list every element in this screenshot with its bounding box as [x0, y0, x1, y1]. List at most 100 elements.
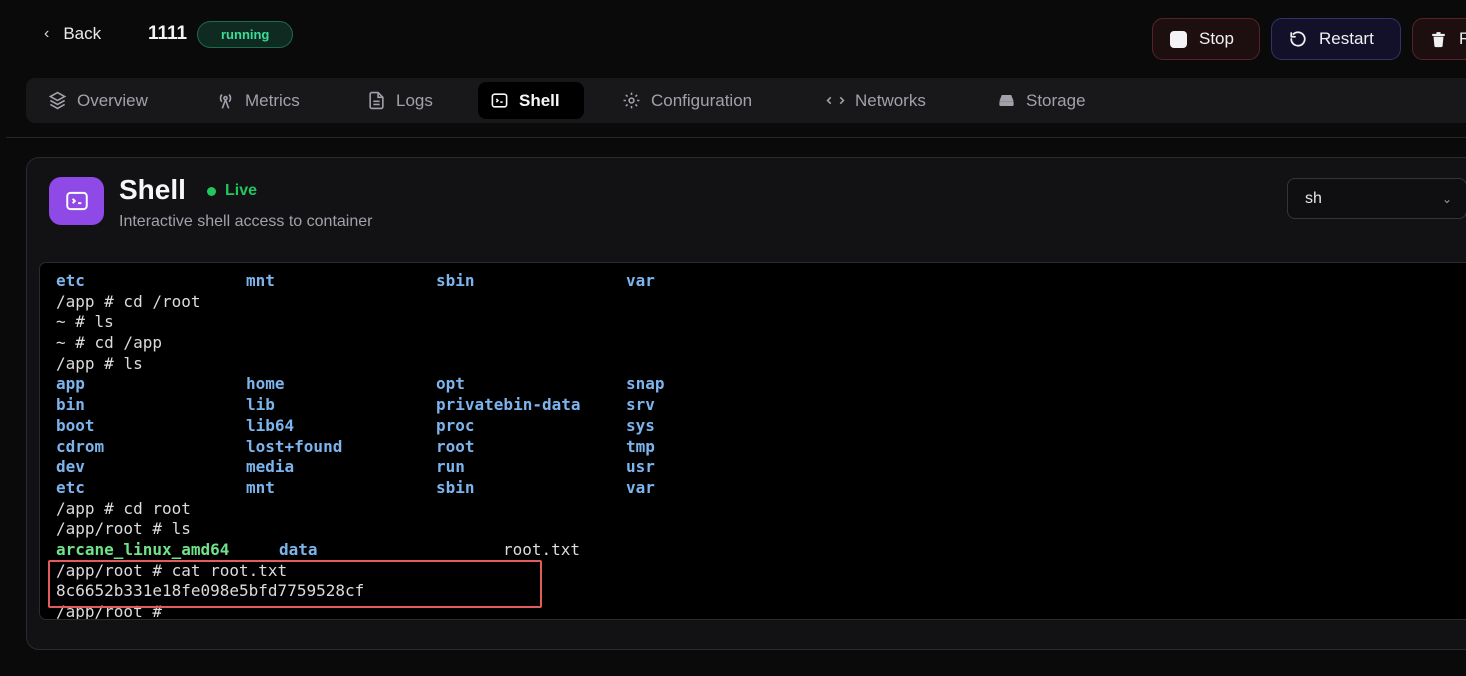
terminal-line: /app # cd /root: [56, 292, 665, 313]
directory-entry: sbin: [436, 477, 475, 497]
directory-entry: snap: [626, 374, 665, 394]
file-text-icon: [369, 91, 384, 110]
terminal-line: app home opt snap: [56, 374, 665, 395]
terminal-line: ~ # ls: [56, 312, 665, 333]
terminal-line: etc mnt sbin var: [56, 478, 665, 499]
directory-entry: usr: [626, 457, 655, 477]
terminal-line: /app # cd root: [56, 499, 665, 520]
antenna-icon: [219, 94, 232, 109]
directory-entry: var: [626, 271, 655, 290]
tab-bar: Overview Metrics Logs Shell Configuratio…: [26, 78, 1466, 123]
tab-shell-label: Shell: [519, 90, 560, 110]
shell-title: Shell: [119, 174, 186, 205]
directory-entry: mnt: [246, 477, 275, 497]
terminal-icon: [491, 93, 508, 108]
tab-networks-label: Networks: [855, 90, 926, 110]
terminal-line-text: /app # ls: [56, 353, 143, 373]
directory-entry: tmp: [626, 436, 655, 456]
terminal-line-text: /app/root # ls: [56, 519, 191, 539]
terminal-line-text: /app # cd root: [56, 498, 191, 518]
trash-icon: [1432, 31, 1445, 47]
directory-entry: data: [279, 539, 318, 559]
directory-entry: mnt: [246, 271, 275, 290]
directory-entry: sbin: [436, 271, 475, 290]
live-indicator: Live: [207, 182, 257, 200]
terminal-line: bin lib privatebin-data srv: [56, 395, 665, 416]
terminal-line-text: ~ # ls: [56, 312, 114, 332]
directory-entry: app: [56, 374, 85, 394]
terminal-line-text: /app/root # _: [56, 602, 182, 620]
tab-storage[interactable]: Storage: [985, 82, 1098, 119]
directory-entry: etc: [56, 271, 85, 290]
terminal-line: /app/root # _: [56, 602, 665, 620]
shell-description: Interactive shell access to container: [119, 213, 373, 230]
tab-logs[interactable]: Logs: [355, 82, 445, 119]
back-label: Back: [63, 24, 102, 43]
terminal-line: boot lib64 proc sys: [56, 416, 665, 437]
directory-entry: etc: [56, 477, 85, 497]
directory-entry: bin: [56, 395, 85, 415]
file-entry: root.txt: [503, 539, 581, 559]
directory-entry: sys: [626, 415, 655, 435]
directory-entry: opt: [436, 374, 465, 394]
terminal-line: ~ # cd /app: [56, 333, 665, 354]
tab-overview[interactable]: Overview: [36, 82, 160, 119]
chevron-down-icon: ⌄: [1441, 191, 1452, 206]
restart-button[interactable]: Restart: [1271, 18, 1401, 60]
gear-icon: [623, 92, 640, 109]
tab-storage-label: Storage: [1026, 90, 1086, 110]
directory-entry: lib64: [246, 415, 295, 435]
tab-shell[interactable]: Shell: [478, 82, 584, 119]
restart-icon: [1290, 31, 1306, 47]
shell-card: Shell Live Interactive shell access to c…: [26, 157, 1466, 650]
tab-networks[interactable]: Networks: [814, 82, 938, 119]
terminal-line: etc mnt sbin var: [56, 271, 665, 292]
directory-entry: cdrom: [56, 436, 105, 456]
remove-button[interactable]: R: [1412, 18, 1466, 60]
restart-label: Restart: [1319, 29, 1374, 48]
directory-entry: run: [436, 457, 465, 477]
tab-configuration[interactable]: Configuration: [610, 82, 764, 119]
top-bar: ‹ Back 1111 running Stop Restart R: [0, 0, 1466, 70]
directory-entry: lib: [246, 395, 275, 415]
tab-metrics[interactable]: Metrics: [204, 82, 312, 119]
terminal-line: cdrom lost+found root tmp: [56, 437, 665, 458]
hard-drive-icon: [999, 94, 1014, 107]
shell-select[interactable]: sh ⌄: [1287, 178, 1466, 219]
terminal-line-text: 8c6652b331e18fe098e5bfd7759528cf: [56, 581, 365, 601]
terminal-output: etc mnt sbin var/app # cd /root ~ # ls ~ # cd…: [56, 271, 665, 620]
status-badge: running: [197, 21, 294, 48]
directory-entry: boot: [56, 415, 95, 435]
stop-icon: [1170, 30, 1187, 48]
tab-logs-label: Logs: [396, 90, 433, 110]
remove-label: R: [1459, 29, 1466, 48]
directory-entry: srv: [626, 395, 655, 415]
live-label: Live: [225, 182, 258, 199]
directory-entry: dev: [56, 457, 85, 477]
tab-overview-label: Overview: [77, 90, 148, 110]
terminal-line-text: /app/root # cat root.txt: [56, 560, 288, 580]
terminal-line-text: ~ # cd /app: [56, 333, 162, 353]
layers-icon: [48, 91, 67, 110]
live-dot-icon: [207, 186, 216, 196]
terminal-line: 8c6652b331e18fe098e5bfd7759528cf: [56, 581, 665, 602]
terminal-line: /app/root # cat root.txt: [56, 561, 665, 582]
chevron-left-icon: ‹: [44, 25, 50, 42]
terminal-line: arcane_linux_amd64 data root.txt: [56, 540, 665, 561]
stop-label: Stop: [1199, 29, 1234, 48]
terminal-line-text: /app # cd /root: [56, 291, 201, 311]
tab-configuration-label: Configuration: [651, 90, 753, 110]
directory-entry: var: [626, 477, 655, 497]
directory-entry: root: [436, 436, 475, 456]
stop-button[interactable]: Stop: [1152, 18, 1260, 60]
shell-select-value: sh: [1305, 189, 1322, 207]
back-button[interactable]: ‹ Back: [44, 24, 101, 44]
container-name: 1111: [148, 23, 188, 44]
terminal[interactable]: etc mnt sbin var/app # cd /root ~ # ls ~ # cd…: [39, 262, 1466, 620]
terminal-line: /app/root # ls: [56, 519, 665, 540]
directory-entry: privatebin-data: [436, 395, 581, 415]
terminal-line: dev media run usr: [56, 457, 665, 478]
terminal-icon: [49, 177, 104, 225]
executable-entry: arcane_linux_amd64: [56, 539, 230, 559]
tab-metrics-label: Metrics: [245, 90, 300, 110]
